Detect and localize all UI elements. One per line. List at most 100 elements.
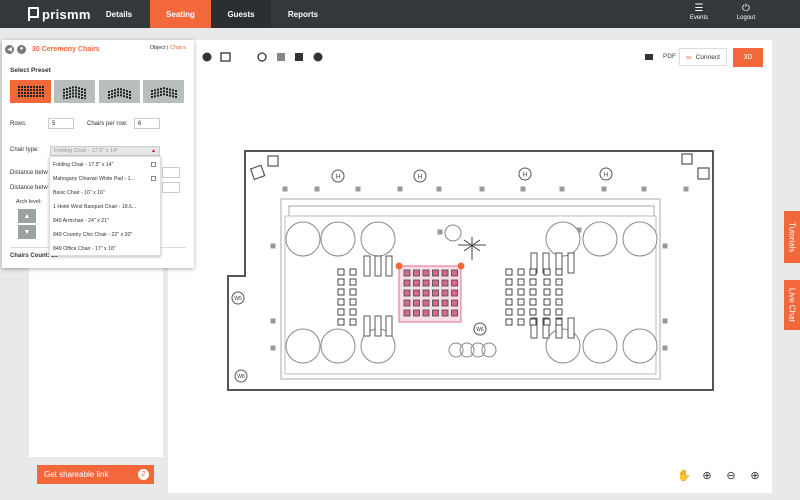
- layout-icon[interactable]: [220, 52, 231, 62]
- preset-dot: [71, 85, 74, 88]
- toggle-chairs[interactable]: Chairs: [170, 45, 186, 51]
- preset-dot: [74, 88, 77, 91]
- chair-option[interactable]: 849 Armchair - 24" x 21": [53, 218, 109, 224]
- preset-dot: [168, 88, 171, 91]
- distance-label-2: Distance betw: [10, 185, 48, 191]
- selected-chair: [413, 309, 420, 317]
- preset-dot: [110, 95, 113, 98]
- recenter-icon[interactable]: ⊕: [701, 470, 713, 482]
- corner-box: [681, 153, 693, 165]
- preset-grid[interactable]: [10, 80, 51, 103]
- column-marker: [437, 229, 443, 235]
- preset-dot: [38, 94, 41, 97]
- tab-guests[interactable]: Guests: [211, 0, 271, 28]
- option-checkbox-icon[interactable]: [151, 162, 156, 167]
- preset-dot: [77, 89, 80, 92]
- settings-icon[interactable]: [257, 52, 267, 62]
- round-table: [320, 328, 356, 364]
- selected-chair: [422, 269, 430, 277]
- print-icon[interactable]: [645, 54, 653, 60]
- selected-chair: [422, 299, 430, 307]
- pdf-label[interactable]: PDF: [663, 53, 676, 60]
- selected-chair: [413, 289, 420, 297]
- preset-arch[interactable]: [99, 80, 140, 103]
- preset-dot: [68, 89, 71, 92]
- w-marker[interactable]: W5: [231, 291, 245, 305]
- info-icon[interactable]: [202, 52, 212, 62]
- preset-arch-icon: [107, 87, 131, 99]
- preset-dot: [150, 89, 153, 92]
- h-marker[interactable]: H: [518, 167, 532, 181]
- chair: [543, 318, 551, 326]
- h-marker[interactable]: H: [331, 169, 345, 183]
- arch-down-button[interactable]: ▼: [18, 225, 36, 239]
- preset-dot: [165, 93, 168, 96]
- logout-button[interactable]: ⏻ Logout: [726, 3, 766, 25]
- round-table: [360, 221, 396, 257]
- distance-input-2[interactable]: [162, 182, 180, 193]
- live-chat-tab[interactable]: Live Chat: [784, 280, 800, 330]
- preset-dot: [83, 91, 86, 94]
- rows-input[interactable]: 5: [48, 118, 74, 129]
- selection-handle: [457, 262, 465, 270]
- preset-dot: [17, 85, 20, 88]
- copy-icon[interactable]: ●: [17, 44, 26, 54]
- chair-type-select[interactable]: Folding Chair - 17.5" x 14" ▲: [50, 146, 160, 156]
- chair-option[interactable]: 849 Country Chic Chair - 22" x 20": [53, 232, 132, 238]
- number-icon[interactable]: [295, 53, 303, 61]
- selected-chair: [432, 299, 439, 307]
- distance-input-1[interactable]: [162, 167, 180, 178]
- preset-dot: [83, 94, 86, 97]
- selected-chair: [451, 289, 458, 297]
- arch-level-label: Arch level:: [16, 199, 42, 205]
- events-button[interactable]: ☰ Events: [679, 3, 719, 25]
- tab-details[interactable]: Details: [90, 0, 148, 28]
- connect-button[interactable]: ∞ Connect: [679, 48, 727, 66]
- preset-curved[interactable]: [54, 80, 95, 103]
- toggle-object[interactable]: Object: [150, 45, 166, 51]
- preset-dot: [32, 91, 35, 94]
- corner-box: [697, 167, 710, 180]
- preset-wide-arch[interactable]: [143, 80, 184, 103]
- preset-dot: [128, 93, 131, 96]
- chairs-per-row-input[interactable]: 6: [134, 118, 160, 129]
- selected-chair: [413, 299, 420, 307]
- back-icon[interactable]: ◀: [5, 44, 14, 54]
- arch-up-button[interactable]: ▲: [18, 209, 36, 223]
- chair-option[interactable]: Folding Chair - 17.5" x 14": [53, 162, 114, 168]
- chair-option[interactable]: Mahogany Chiavari White Pad - 1...: [53, 176, 135, 182]
- zoom-out-icon[interactable]: ⊖: [725, 470, 737, 482]
- select-preset-heading: Select Preset: [10, 67, 51, 74]
- chair-option[interactable]: Basic Chair - 16" x 16": [53, 190, 105, 196]
- w-marker[interactable]: W6: [473, 322, 487, 336]
- hand-pan-icon[interactable]: ✋: [677, 470, 691, 482]
- selected-chair: [422, 289, 430, 297]
- preset-dot: [68, 95, 71, 98]
- preset-dot: [71, 91, 74, 94]
- tab-seating[interactable]: Seating: [150, 0, 211, 28]
- selected-chair: [422, 279, 430, 287]
- menu-icon: ☰: [694, 3, 704, 14]
- preset-dot: [113, 88, 116, 91]
- preset-dot: [125, 89, 128, 92]
- get-shareable-link-button[interactable]: Get shareable link 2: [37, 465, 154, 484]
- chair-option[interactable]: 1 Hotel West Banquet Chair - 18.6...: [53, 204, 136, 210]
- preset-dot: [162, 89, 165, 92]
- chair-option[interactable]: 849 Office Chair - 17" x 18": [53, 246, 116, 252]
- preset-dot: [35, 94, 38, 97]
- preset-dot: [62, 97, 65, 99]
- tutorials-tab[interactable]: Tutorials: [784, 211, 800, 263]
- tab-reports[interactable]: Reports: [271, 0, 335, 28]
- square-icon[interactable]: [277, 53, 285, 61]
- view-3d-button[interactable]: 3D: [733, 48, 763, 67]
- h-marker[interactable]: H: [413, 169, 427, 183]
- w-marker[interactable]: W8: [234, 369, 248, 383]
- floorplan-canvas[interactable]: H H H H W5 W8 W6: [168, 40, 772, 493]
- prismm-logo[interactable]: prismm: [28, 6, 91, 22]
- selected-chair: [441, 289, 449, 297]
- h-marker[interactable]: H: [599, 167, 613, 181]
- globe-icon[interactable]: [313, 52, 323, 62]
- h-label: H: [604, 173, 608, 179]
- zoom-in-icon[interactable]: ⊕: [749, 470, 761, 482]
- option-checkbox-icon[interactable]: [151, 176, 156, 181]
